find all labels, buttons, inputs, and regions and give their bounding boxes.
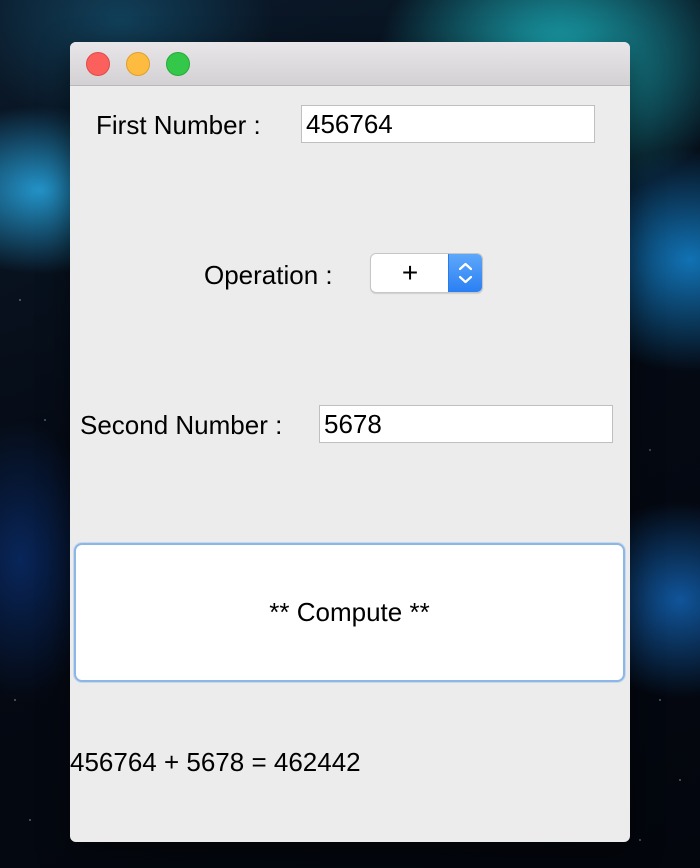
chevron-up-down-icon[interactable]	[448, 254, 482, 292]
operation-selected-value: +	[401, 257, 419, 288]
zoom-window-button[interactable]	[166, 52, 190, 76]
second-number-label: Second Number :	[80, 410, 283, 440]
calculator-window: First Number : 456764 Operation : + Seco…	[70, 42, 630, 842]
title-bar[interactable]	[70, 42, 630, 86]
close-window-button[interactable]	[86, 52, 110, 76]
operation-select[interactable]: +	[370, 253, 483, 293]
first-number-field[interactable]: 456764	[301, 105, 595, 143]
operation-label: Operation :	[204, 260, 333, 290]
result-text: 456764 + 5678 = 462442	[70, 747, 361, 777]
minimize-window-button[interactable]	[126, 52, 150, 76]
second-number-field[interactable]: 5678	[319, 405, 613, 443]
first-number-label: First Number :	[96, 110, 261, 140]
compute-button-label: ** Compute **	[269, 597, 430, 627]
compute-button[interactable]: ** Compute **	[74, 543, 625, 682]
